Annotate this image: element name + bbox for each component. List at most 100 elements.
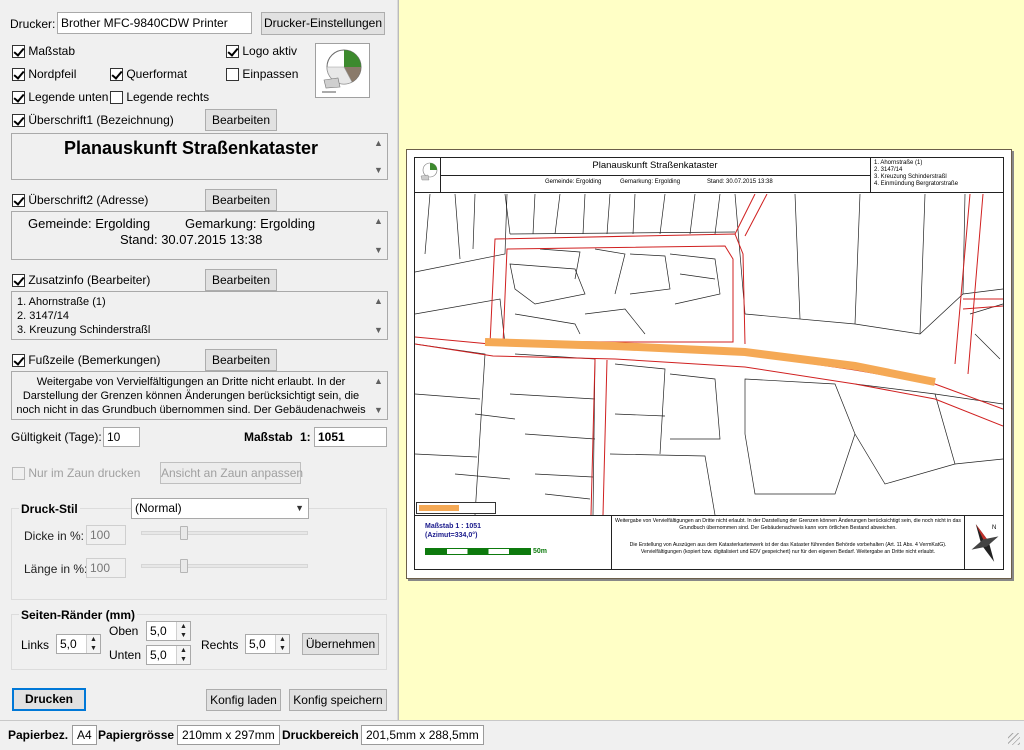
print-area-label: Druckbereich xyxy=(282,728,359,742)
heading1-textarea[interactable]: Planauskunft Straßenkataster ▲ ▼ xyxy=(11,133,388,180)
chevron-down-icon: ▼ xyxy=(295,503,304,513)
north-arrow-checkbox[interactable]: Nordpfeil xyxy=(12,66,76,82)
heading2-gemeinde: Gemeinde: Ergolding xyxy=(28,216,151,231)
extra-info-checkbox[interactable]: Zusatzinfo (Bearbeiter) xyxy=(12,272,150,288)
only-in-fence-check[interactable] xyxy=(12,467,25,481)
spinner-buttons[interactable]: ▲ ▼ xyxy=(86,635,100,653)
margin-top-spinner[interactable]: 5,0 ▲ ▼ xyxy=(146,621,191,641)
fit-checkbox[interactable]: Einpassen xyxy=(226,66,298,82)
margin-bottom-value: 5,0 xyxy=(150,648,167,662)
load-config-button[interactable]: Konfig laden xyxy=(206,689,281,711)
extra-info-check[interactable] xyxy=(12,274,25,288)
printer-settings-button[interactable]: Drucker-Einstellungen xyxy=(261,12,385,35)
heading1-check[interactable] xyxy=(12,114,25,128)
print-style-title: Druck-Stil xyxy=(19,501,80,517)
print-style-select[interactable]: (Normal) ▼ xyxy=(131,498,309,519)
heading2-check[interactable] xyxy=(12,194,25,208)
preview-footer-text2: Die Erstellung von Auszügen aus dem Kata… xyxy=(629,542,947,555)
spinner-buttons[interactable]: ▲ ▼ xyxy=(275,635,289,653)
print-style-group xyxy=(11,508,387,600)
printer-field[interactable]: Brother MFC-9840CDW Printer xyxy=(57,12,252,34)
margin-bottom-spinner[interactable]: 5,0 ▲ ▼ xyxy=(146,645,191,665)
legend-swatch xyxy=(419,505,459,511)
preview-logo-icon xyxy=(418,161,440,183)
scale-checkbox[interactable]: Maßstab xyxy=(12,43,75,59)
heading1-checkbox[interactable]: Überschrift1 (Bezeichnung) xyxy=(12,112,174,128)
paper-size-value: 210mm x 297mm xyxy=(177,725,280,745)
print-preview-page[interactable]: Planauskunft Straßenkataster Gemeinde: E… xyxy=(407,150,1011,578)
margin-left-value: 5,0 xyxy=(60,637,77,651)
logo-checkbox[interactable]: Logo aktiv xyxy=(226,43,297,59)
footer-checkbox[interactable]: Fußzeile (Bemerkungen) xyxy=(12,352,160,368)
map-legend xyxy=(416,502,496,514)
margin-top-label: Oben xyxy=(109,624,139,638)
print-button[interactable]: Drucken xyxy=(12,688,86,711)
preview-gemarkung: Gemarkung: Ergolding xyxy=(620,179,681,185)
logo-check[interactable] xyxy=(226,45,239,59)
heading2-gemarkung: Gemarkung: Ergolding xyxy=(185,216,316,231)
length-label: Länge in %: xyxy=(24,562,88,576)
extra-info-textarea[interactable]: 1. Ahornstraße (1) 2. 3147/14 3. Kreuzun… xyxy=(11,291,388,340)
preview-title: Planauskunft Straßenkataster xyxy=(592,160,718,171)
heading2-edit-button[interactable]: Bearbeiten xyxy=(205,189,277,211)
heading2-checkbox[interactable]: Überschrift2 (Adresse) xyxy=(12,192,148,208)
thickness-input[interactable]: 100 xyxy=(86,525,126,545)
footer-textarea[interactable]: Weitergabe von Vervielfältigungen an Dri… xyxy=(11,371,388,420)
preview-gemeinde: Gemeinde: Ergolding xyxy=(545,179,602,185)
margin-bottom-label: Unten xyxy=(109,648,142,662)
extra-info-line: 3. Kreuzung Schinderstraßl xyxy=(17,324,151,336)
validity-label: Gültigkeit (Tage): xyxy=(11,430,102,444)
printer-label: Drucker: xyxy=(10,17,56,31)
thickness-slider[interactable] xyxy=(141,531,308,535)
heading1-scrollbar[interactable]: ▲ ▼ xyxy=(371,135,386,178)
margin-right-spinner[interactable]: 5,0 ▲ ▼ xyxy=(245,634,290,654)
length-slider[interactable] xyxy=(141,564,308,568)
heading1-edit-button[interactable]: Bearbeiten xyxy=(205,109,277,131)
legend-right-check[interactable] xyxy=(110,91,123,105)
thickness-slider-thumb[interactable] xyxy=(180,526,188,540)
scale-label: Maßstab xyxy=(244,430,293,444)
only-in-fence-checkbox[interactable]: Nur im Zaun drucken xyxy=(12,465,140,481)
heading2-scrollbar[interactable]: ▲ ▼ xyxy=(371,213,386,258)
apply-margins-button[interactable]: Übernehmen xyxy=(302,633,379,655)
preview-footer-text1: Weitergabe von Vervielfältigungen an Dri… xyxy=(615,518,961,531)
resize-grip-icon[interactable] xyxy=(1008,733,1020,745)
spinner-buttons[interactable]: ▲ ▼ xyxy=(176,646,190,664)
legend-bottom-checkbox[interactable]: Legende unten xyxy=(12,89,108,105)
preview-info-line: 3. Kreuzung Schinderstraßl xyxy=(874,174,947,180)
logo-preview[interactable] xyxy=(315,43,370,98)
spinner-buttons[interactable]: ▲ ▼ xyxy=(176,622,190,640)
paper-size-label: Papiergrösse xyxy=(98,728,175,742)
thickness-label: Dicke in %: xyxy=(24,529,85,543)
save-config-button[interactable]: Konfig speichern xyxy=(289,689,387,711)
preview-scale-text: Maßstab 1 : 1051 xyxy=(425,523,482,530)
scale-check[interactable] xyxy=(12,45,25,59)
fit-to-fence-button[interactable]: Ansicht an Zaun anpassen xyxy=(160,462,303,484)
extra-info-edit-button[interactable]: Bearbeiten xyxy=(205,269,277,291)
footer-line: noch nicht in das Grundbuch übernommen s… xyxy=(16,404,366,416)
validity-input[interactable]: 10 xyxy=(103,427,140,447)
margin-left-spinner[interactable]: 5,0 ▲ ▼ xyxy=(56,634,101,654)
footer-line: Darstellung der Grenzen können Änderunge… xyxy=(22,390,360,402)
heading2-textarea[interactable]: Gemeinde: Ergolding Gemarkung: Ergolding… xyxy=(11,211,388,260)
preview-info-line: 2. 3147/14 xyxy=(874,167,903,173)
length-input[interactable]: 100 xyxy=(86,558,126,578)
heading1-text: Planauskunft Straßenkataster xyxy=(63,138,319,158)
footer-check[interactable] xyxy=(12,354,25,368)
landscape-checkbox[interactable]: Querformat xyxy=(110,66,187,82)
print-settings-panel: Drucker: Brother MFC-9840CDW Printer Dru… xyxy=(0,0,398,720)
footer-scrollbar[interactable]: ▲ ▼ xyxy=(371,373,386,418)
extra-info-scrollbar[interactable]: ▲ ▼ xyxy=(371,293,386,338)
fit-check[interactable] xyxy=(226,68,239,82)
landscape-check[interactable] xyxy=(110,68,123,82)
paper-value: A4 xyxy=(72,725,97,745)
footer-edit-button[interactable]: Bearbeiten xyxy=(205,349,277,371)
legend-bottom-check[interactable] xyxy=(12,91,25,105)
length-slider-thumb[interactable] xyxy=(180,559,188,573)
legend-right-checkbox[interactable]: Legende rechts xyxy=(110,89,209,105)
north-arrow-check[interactable] xyxy=(12,68,25,82)
margin-right-label: Rechts xyxy=(201,638,239,652)
north-arrow-icon: N xyxy=(968,520,1002,566)
scale-input[interactable]: 1051 xyxy=(314,427,387,447)
scale-bar xyxy=(425,548,531,555)
